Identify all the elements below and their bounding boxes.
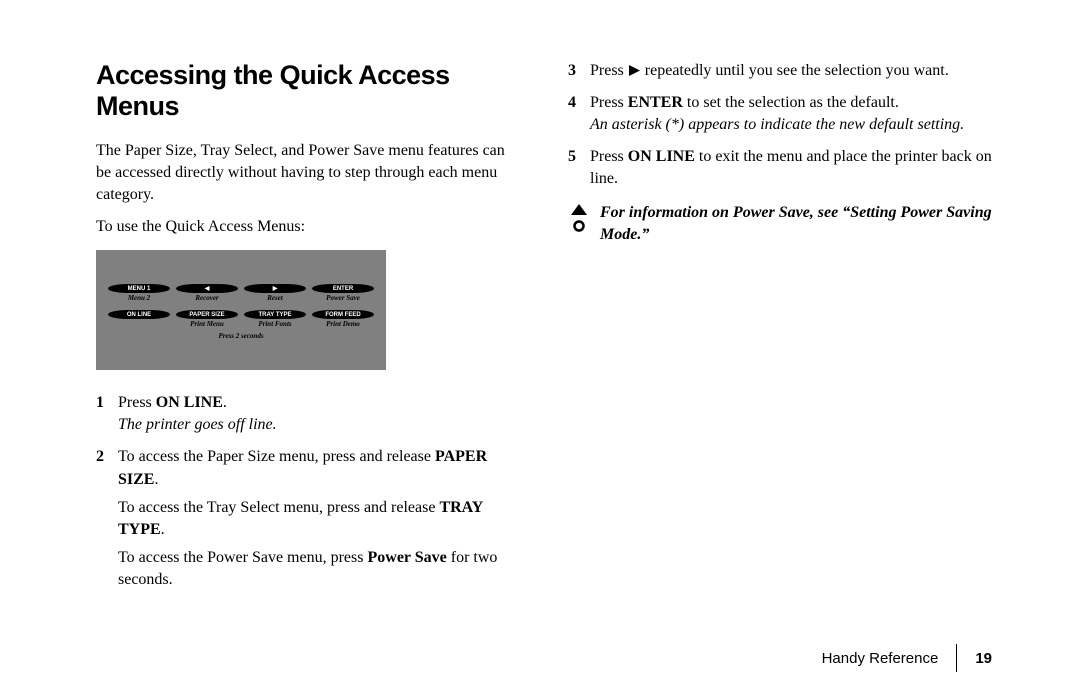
- step-3: Press repeatedly until you see the selec…: [568, 60, 992, 82]
- step-5: Press ON LINE to exit the menu and place…: [568, 146, 992, 190]
- panel-btn-label: ENTER: [333, 286, 353, 292]
- step-2: To access the Paper Size menu, press and…: [96, 446, 520, 590]
- step-text: .: [223, 394, 227, 411]
- panel-btn-label: PAPER SIZE: [189, 312, 224, 318]
- step-text: .: [154, 471, 158, 488]
- caution-text: For information on Power Save, see “Sett…: [600, 202, 992, 245]
- footer-divider: [956, 644, 957, 672]
- printer-panel-illustration: MENU 1 Menu 2 ◀ Recover ▶ Reset ENTER Power …: [96, 250, 386, 370]
- panel-btn-sublabel: Power Save: [326, 294, 360, 302]
- panel-btn-label: FORM FEED: [325, 312, 360, 318]
- step-1: Press ON LINE. The printer goes off line…: [96, 392, 520, 436]
- caution-note: For information on Power Save, see “Sett…: [568, 202, 992, 245]
- panel-btn-sublabel: Menu 2: [128, 294, 150, 302]
- step-note-italic: An asterisk (*) appears to indicate the …: [590, 116, 964, 133]
- panel-btn-label: MENU 1: [128, 286, 151, 292]
- page-footer: Handy Reference 19: [822, 644, 992, 672]
- page-title: Accessing the Quick Access Menus: [96, 60, 520, 122]
- step-text: To access the Tray Select menu, press an…: [118, 499, 439, 516]
- exclamation-circle-icon: [568, 204, 590, 232]
- step-text: Press: [590, 62, 628, 79]
- step-text: To access the Paper Size menu, press and…: [118, 448, 435, 465]
- panel-btn-label: ▶: [273, 286, 278, 292]
- step-text-bold: Power Save: [367, 549, 446, 566]
- step-4: Press ENTER to set the selection as the …: [568, 92, 992, 136]
- step-text: Press: [590, 148, 628, 165]
- step-text-bold: ON LINE: [628, 148, 695, 165]
- panel-btn-sublabel: Recover: [195, 294, 218, 302]
- panel-btn-sublabel: Reset: [267, 294, 283, 302]
- step-text: Press: [590, 94, 628, 111]
- step-text-bold: ON LINE: [156, 394, 223, 411]
- step-text: .: [161, 521, 165, 538]
- step-text: to set the selection as the default.: [683, 94, 899, 111]
- step-text-bold: ENTER: [628, 94, 683, 111]
- panel-btn-sublabel: Print Fonts: [258, 320, 291, 328]
- panel-btn-sublabel: Print Menu: [190, 320, 224, 328]
- step-note-italic: The printer goes off line.: [118, 416, 277, 433]
- play-right-icon: [628, 62, 641, 79]
- step-text: repeatedly until you see the selection y…: [641, 62, 949, 79]
- intro-paragraph: The Paper Size, Tray Select, and Power S…: [96, 140, 520, 206]
- steps-list-left: Press ON LINE. The printer goes off line…: [96, 392, 520, 591]
- panel-btn-label: TRAY TYPE: [258, 312, 291, 318]
- lead-paragraph: To use the Quick Access Menus:: [96, 216, 520, 238]
- panel-btn-label: ◀: [205, 286, 210, 292]
- panel-btn-label: ON LINE: [127, 312, 151, 318]
- step-text: To access the Power Save menu, press: [118, 549, 367, 566]
- footer-section-label: Handy Reference: [822, 650, 939, 667]
- footer-page-number: 19: [975, 650, 992, 667]
- panel-btn-sublabel: Print Demo: [326, 320, 360, 328]
- step-text: Press: [118, 394, 156, 411]
- panel-footnote: Press 2 seconds: [218, 332, 263, 340]
- steps-list-right: Press repeatedly until you see the selec…: [568, 60, 992, 190]
